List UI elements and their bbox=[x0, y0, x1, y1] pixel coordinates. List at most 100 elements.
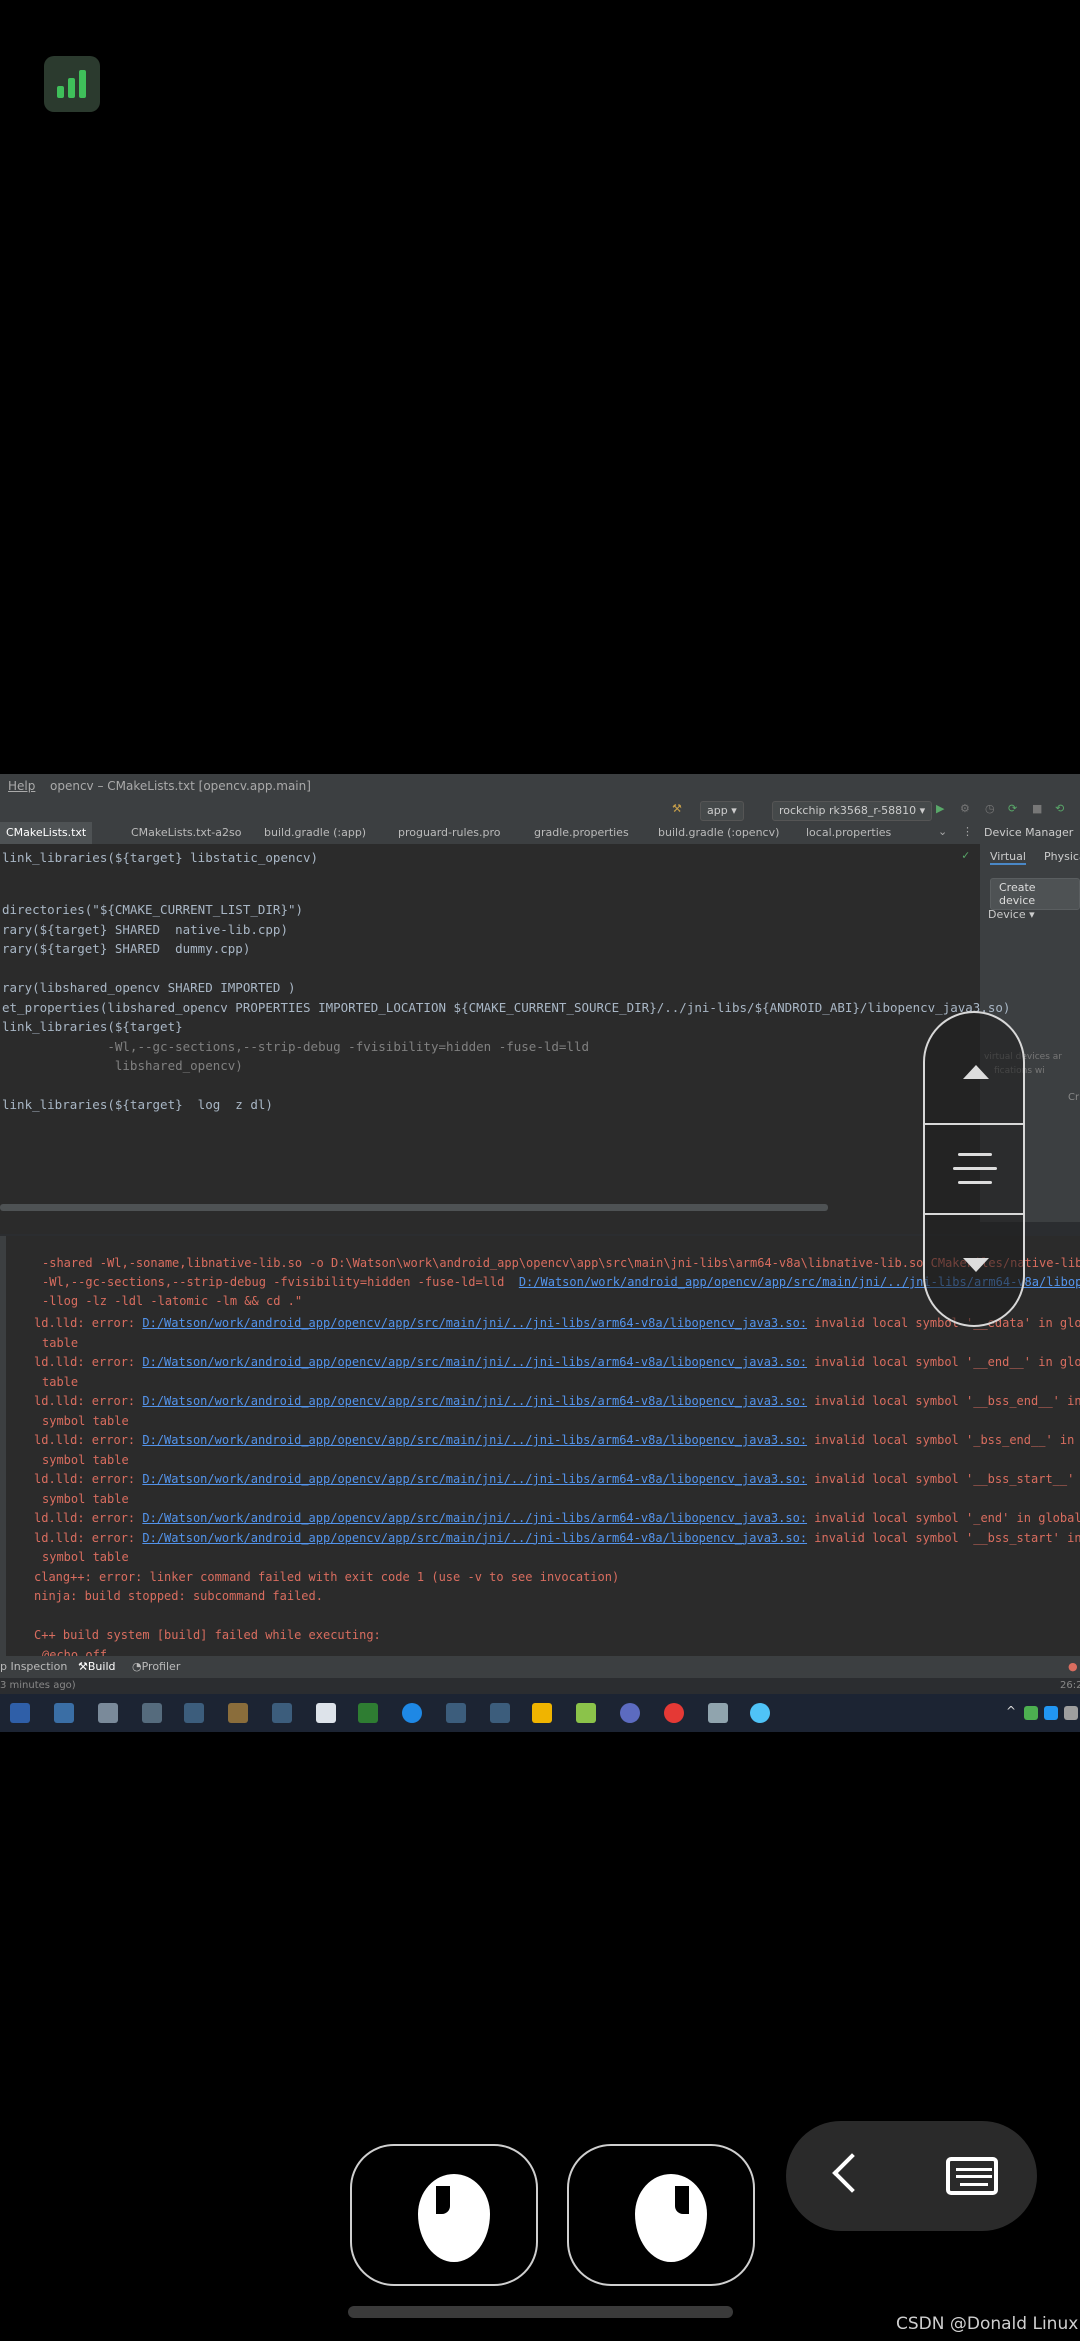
right-mouse-button[interactable] bbox=[567, 2144, 755, 2286]
chat-icon[interactable] bbox=[532, 1703, 552, 1723]
keyboard-icon[interactable] bbox=[946, 2157, 998, 2195]
error-file-link[interactable]: D:/Watson/work/android_app/opencv/app/sr… bbox=[142, 1316, 807, 1330]
code-line-10: link_libraries(${target} bbox=[2, 1019, 183, 1034]
tab-local-properties[interactable]: local.properties bbox=[800, 822, 897, 844]
run-config-select[interactable]: app ▾ bbox=[700, 801, 744, 821]
sync-icon[interactable]: ⟳ bbox=[1008, 802, 1017, 815]
build-error-line: ld.lld: error: D:/Watson/work/android_ap… bbox=[34, 1511, 1080, 1525]
check-icon: ✓ bbox=[962, 848, 970, 862]
app-icon-3[interactable] bbox=[228, 1703, 248, 1723]
left-mouse-button[interactable] bbox=[350, 2144, 538, 2286]
back-chevron-icon[interactable] bbox=[832, 2153, 872, 2193]
clang-error-line: clang++: error: linker command failed wi… bbox=[34, 1569, 620, 1584]
tab-cmakelists[interactable]: CMakeLists.txt bbox=[0, 822, 93, 846]
scroll-down-icon[interactable] bbox=[963, 1258, 989, 1272]
build-error-line: ld.lld: error: D:/Watson/work/android_ap… bbox=[34, 1472, 1080, 1486]
apply-changes-icon[interactable]: ⟲ bbox=[1055, 802, 1064, 815]
error-file-link[interactable]: D:/Watson/work/android_app/opencv/app/sr… bbox=[142, 1355, 807, 1369]
more-vertical-icon[interactable]: ⋮ bbox=[962, 825, 973, 838]
notification-icon[interactable]: ● bbox=[1068, 1656, 1078, 1678]
tray-icon-1[interactable] bbox=[1024, 1706, 1038, 1720]
error-file-link[interactable]: D:/Watson/work/android_app/opencv/app/sr… bbox=[142, 1531, 807, 1545]
build-flags-text: -Wl,--gc-sections,--strip-debug -fvisibi… bbox=[42, 1275, 519, 1289]
tab-gradle-properties[interactable]: gradle.properties bbox=[528, 822, 635, 844]
terminal-icon[interactable] bbox=[10, 1703, 30, 1723]
error-file-link[interactable]: D:/Watson/work/android_app/opencv/app/sr… bbox=[142, 1433, 807, 1447]
signal-strength-icon bbox=[44, 56, 100, 112]
error-file-link[interactable]: D:/Watson/work/android_app/opencv/app/sr… bbox=[142, 1511, 807, 1525]
tray-icon-3[interactable] bbox=[1064, 1706, 1078, 1720]
code-line-4: directories("${CMAKE_CURRENT_LIST_DIR}") bbox=[2, 902, 304, 917]
device-column-header[interactable]: Device ▾ bbox=[988, 908, 1035, 921]
scroll-divider-top bbox=[925, 1123, 1023, 1125]
device-select[interactable]: rockchip rk3568_r-58810 ▾ bbox=[772, 801, 933, 821]
editor-app-icon[interactable] bbox=[576, 1703, 596, 1723]
error-prefix: ld.lld: error: bbox=[34, 1433, 143, 1447]
tray-chevron-icon[interactable]: ^ bbox=[1006, 1704, 1016, 1718]
tab-app-inspection[interactable]: p Inspection bbox=[0, 1656, 67, 1678]
tray-icon-2[interactable] bbox=[1044, 1706, 1058, 1720]
scroll-controller[interactable] bbox=[923, 1011, 1025, 1327]
remote-ide-screen[interactable]: Help opencv – CMakeLists.txt [opencv.app… bbox=[0, 774, 1080, 1732]
notepad-icon[interactable] bbox=[316, 1703, 336, 1723]
app-icon-7[interactable] bbox=[708, 1703, 728, 1723]
scroll-up-icon[interactable] bbox=[963, 1065, 989, 1079]
home-indicator[interactable] bbox=[348, 2306, 733, 2318]
error-file-link[interactable]: D:/Watson/work/android_app/opencv/app/sr… bbox=[142, 1472, 807, 1486]
editor-horizontal-scrollbar[interactable] bbox=[0, 1204, 828, 1211]
hammer-icon[interactable]: ⚒ bbox=[672, 802, 682, 815]
watermark: CSDN @Donald Linux bbox=[896, 2314, 1079, 2334]
drag-handle-line-3[interactable] bbox=[958, 1181, 992, 1184]
build-output-panel[interactable]: -shared -Wl,-soname,libnative-lib.so -o … bbox=[0, 1236, 1080, 1662]
drag-handle-line-1[interactable] bbox=[958, 1153, 992, 1156]
code-line-12: libshared_opencv) bbox=[2, 1058, 243, 1073]
build-error-line: ld.lld: error: D:/Watson/work/android_ap… bbox=[34, 1394, 1080, 1408]
error-continuation: symbol table bbox=[42, 1452, 129, 1467]
run-icon[interactable]: ▶ bbox=[936, 802, 944, 815]
tab-proguard-rules[interactable]: proguard-rules.pro bbox=[392, 822, 507, 844]
app-icon-1[interactable] bbox=[142, 1703, 162, 1723]
error-prefix: ld.lld: error: bbox=[34, 1511, 143, 1525]
debug-icon[interactable]: ⚙ bbox=[960, 802, 970, 815]
tab-build[interactable]: ⚒ Build bbox=[78, 1656, 116, 1678]
file-explorer-icon[interactable] bbox=[54, 1703, 74, 1723]
build-time-ago: 3 minutes ago) bbox=[0, 1680, 76, 1691]
app-icon-5[interactable] bbox=[446, 1703, 466, 1723]
build-error-line: ld.lld: error: D:/Watson/work/android_ap… bbox=[34, 1316, 1080, 1330]
chevron-down-icon[interactable]: ⌄ bbox=[938, 825, 947, 838]
menu-help[interactable]: Help bbox=[8, 774, 35, 798]
code-line-11: -Wl,--gc-sections,--strip-debug -fvisibi… bbox=[2, 1039, 589, 1054]
stop-icon[interactable]: ■ bbox=[1032, 802, 1042, 815]
tab-cmakelists-a2so[interactable]: CMakeLists.txt-a2so bbox=[125, 822, 247, 844]
code-line-14: link_libraries(${target} log z dl) bbox=[2, 1097, 273, 1112]
remote-desktop-icon[interactable] bbox=[620, 1703, 640, 1723]
edge-icon[interactable] bbox=[402, 1703, 422, 1723]
drag-handle-line-2[interactable] bbox=[953, 1167, 997, 1170]
error-message: invalid local symbol '__bss_start__' in … bbox=[814, 1472, 1075, 1486]
tab-profiler[interactable]: ◔ Profiler bbox=[132, 1656, 180, 1678]
build-error-line: ld.lld: error: D:/Watson/work/android_ap… bbox=[34, 1355, 1080, 1369]
cpp-build-failed-line: C++ build system [build] failed while ex… bbox=[34, 1628, 381, 1642]
app-icon-6[interactable] bbox=[490, 1703, 510, 1723]
tab-physical[interactable]: Physical bbox=[1044, 850, 1080, 863]
tab-build-gradle-opencv[interactable]: build.gradle (:opencv) bbox=[652, 822, 785, 844]
tab-build-gradle-app[interactable]: build.gradle (:app) bbox=[258, 822, 372, 844]
profile-icon[interactable]: ◷ bbox=[985, 802, 995, 815]
code-editor[interactable]: link_libraries(${target} libstatic_openc… bbox=[0, 844, 1010, 1234]
app-icon-4[interactable] bbox=[272, 1703, 292, 1723]
mouse-left-icon bbox=[418, 2174, 490, 2262]
chrome-icon[interactable] bbox=[664, 1703, 684, 1723]
app-icon-8[interactable] bbox=[750, 1703, 770, 1723]
ninja-stopped-line: ninja: build stopped: subcommand failed. bbox=[34, 1589, 323, 1603]
app-icon-2[interactable] bbox=[184, 1703, 204, 1723]
error-file-link[interactable]: D:/Watson/work/android_app/opencv/app/sr… bbox=[142, 1394, 807, 1408]
git-icon[interactable] bbox=[98, 1703, 118, 1723]
qt-icon[interactable] bbox=[358, 1703, 378, 1723]
device-manager-title: Device Manager bbox=[984, 826, 1074, 839]
tab-virtual[interactable]: Virtual bbox=[990, 850, 1026, 865]
error-prefix: ld.lld: error: bbox=[34, 1472, 143, 1486]
create-device-button[interactable]: Create device bbox=[990, 878, 1080, 910]
clock: 26:2 bbox=[1060, 1680, 1080, 1691]
error-continuation: symbol table bbox=[42, 1550, 129, 1564]
build-error-line: ld.lld: error: D:/Watson/work/android_ap… bbox=[34, 1531, 1080, 1545]
